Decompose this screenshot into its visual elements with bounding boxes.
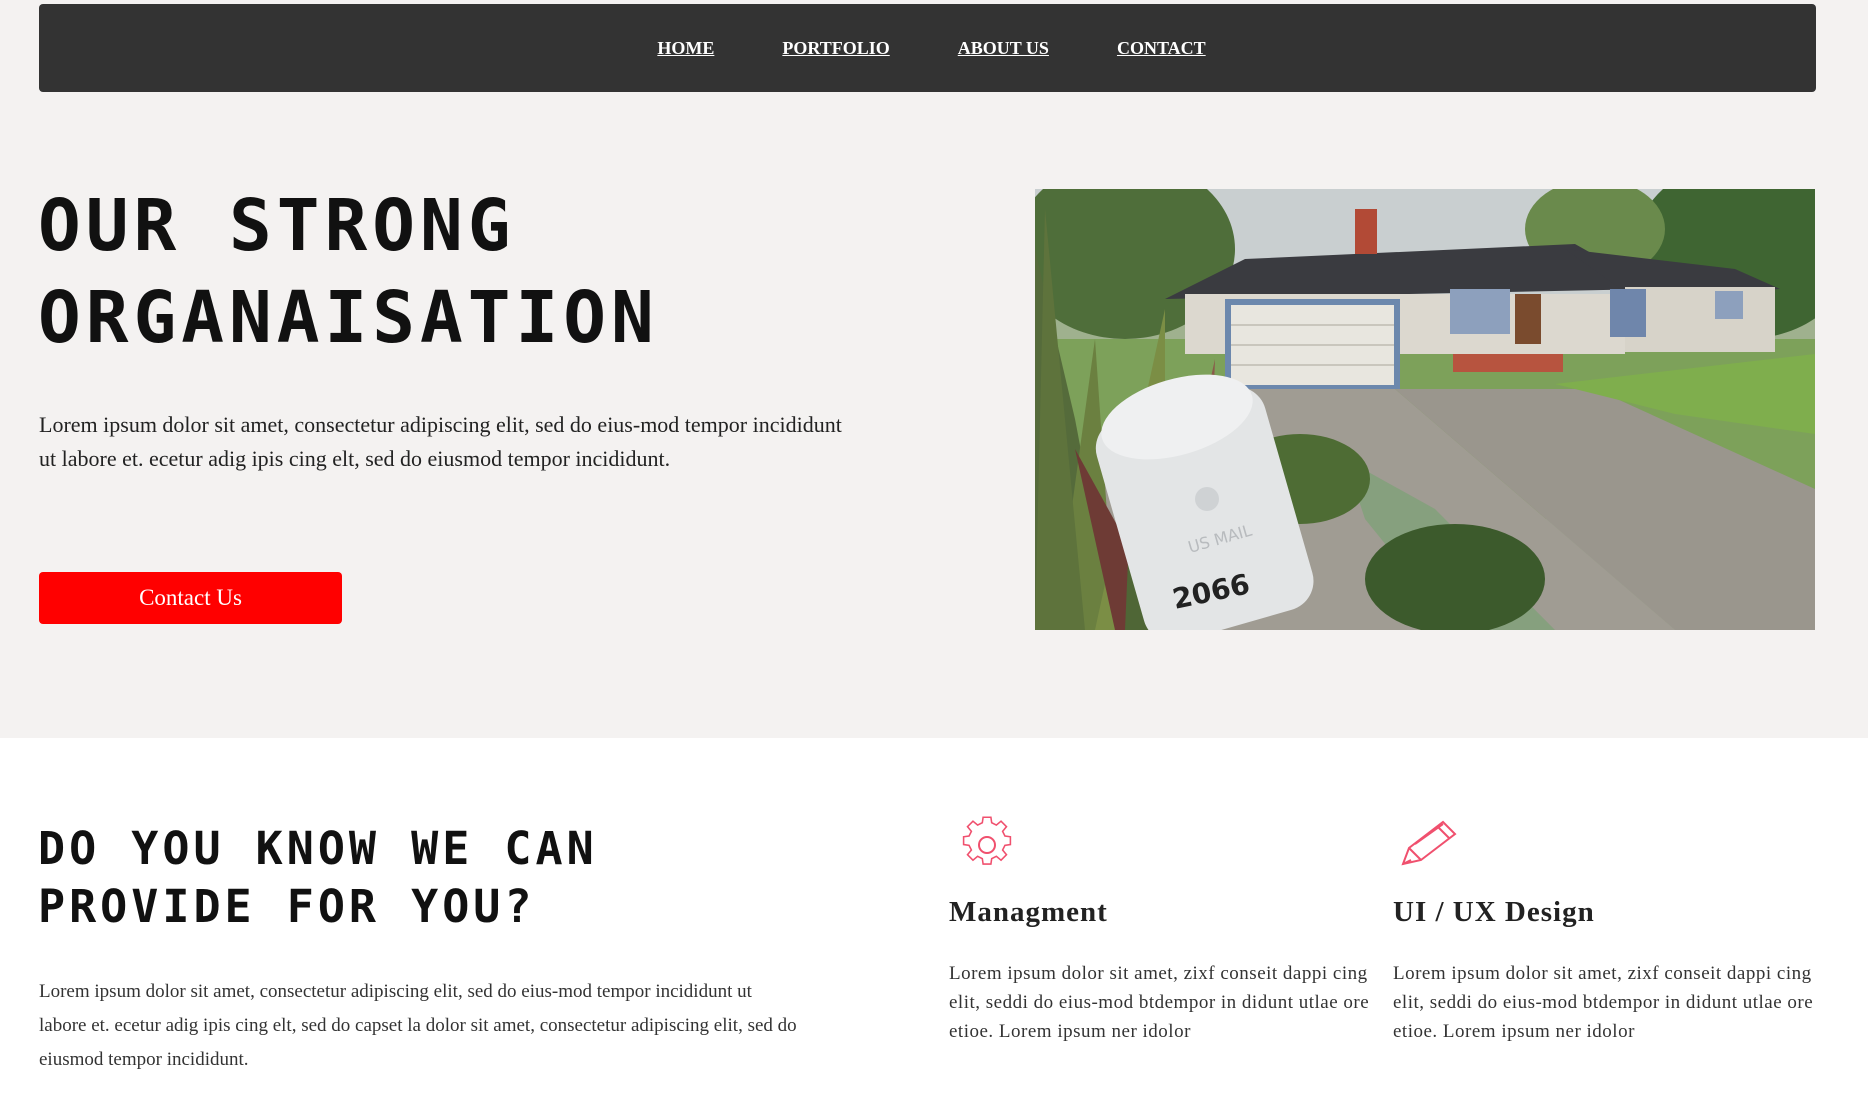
house-image: US MAIL 2066 [1035,189,1815,630]
pencil-icon [1401,820,1457,866]
nav-contact-link[interactable]: CONTACT [1117,38,1206,59]
hero-title-line-2: ORGANAISATION [38,276,659,359]
house-illustration: US MAIL 2066 [1035,189,1815,630]
services-section-title: DO YOU KNOW WE CAN PROVIDE FOR YOU? [38,820,858,936]
service-management: Managment Lorem ipsum dolor sit amet, zi… [949,816,1389,1042]
service-management-text: Lorem ipsum dolor sit amet, zixf conseit… [949,963,1370,1042]
contact-us-button[interactable]: Contact Us [39,572,342,624]
nav-about-link[interactable]: ABOUT US [958,38,1049,59]
service-management-title: Managment [949,896,1108,928]
hero-description: Lorem ipsum dolor sit amet, consectetur … [39,412,842,471]
services-title-line-1: DO YOU KNOW WE CAN [38,822,598,875]
service-uiux: UI / UX Design Lorem ipsum dolor sit ame… [1393,816,1833,1042]
hero-title: OUR STRONG ORGANAISATION [38,180,938,364]
navbar: HOME PORTFOLIO ABOUT US CONTACT [39,4,1816,92]
service-uiux-text: Lorem ipsum dolor sit amet, zixf conseit… [1393,963,1814,1042]
services-section-description: Lorem ipsum dolor sit amet, consectetur … [39,981,797,1070]
services-title-line-2: PROVIDE FOR YOU? [38,880,536,933]
nav-portfolio-link[interactable]: PORTFOLIO [782,38,889,59]
nav-home-link[interactable]: HOME [657,38,714,59]
hero-title-line-1: OUR STRONG [38,184,516,267]
service-uiux-title: UI / UX Design [1393,896,1595,928]
gear-icon [962,816,1012,865]
nav-links: HOME PORTFOLIO ABOUT US CONTACT [39,4,1816,92]
